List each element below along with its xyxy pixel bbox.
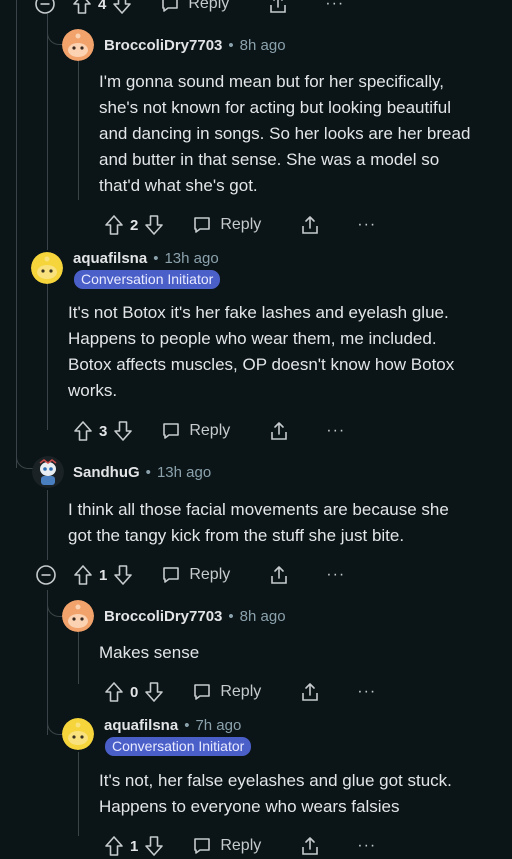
username[interactable]: aquafilsna [104,717,178,734]
more-dots-icon[interactable]: ··· [326,566,345,584]
timestamp: 8h ago [239,608,286,625]
downvote-arrow-icon[interactable] [144,214,164,236]
upvote-arrow-icon[interactable] [104,681,124,703]
share-icon[interactable] [299,214,321,236]
username[interactable]: BroccoliDry7703 [104,37,222,54]
reply-button[interactable]: Reply [192,682,261,702]
reply-button[interactable]: Reply [161,565,230,585]
conversation-initiator-badge: Conversation Initiator [105,737,252,756]
thread-connector [47,20,62,45]
reply-button[interactable]: Reply [192,836,261,856]
username[interactable]: SandhuG [73,464,140,481]
more-dots-icon[interactable]: ··· [326,422,345,440]
comment-body: I'm gonna sound mean but for her specifi… [99,72,471,195]
reply-button[interactable]: Reply [160,0,229,14]
comment-body: Makes sense [99,643,200,662]
share-icon[interactable] [299,681,321,703]
username[interactable]: BroccoliDry7703 [104,608,222,625]
reply-bubble-icon [192,215,212,235]
comment-meta: BroccoliDry7703 • 8h ago [104,608,286,625]
comment-meta: BroccoliDry7703 • 8h ago [104,37,286,54]
more-dots-icon[interactable]: ··· [357,216,376,234]
upvote-arrow-icon[interactable] [104,214,124,236]
comment-actions: 1 Reply ··· [35,562,345,588]
orange-snoo-avatar[interactable] [62,600,94,632]
downvote-arrow-icon[interactable] [113,564,133,586]
downvote-arrow-icon[interactable] [144,835,164,857]
comment-body: I think all those facial movements are b… [68,500,449,545]
comment-body: It's not Botox it's her fake lashes and … [68,303,455,400]
timestamp: 13h ago [156,464,212,481]
collapse-thread-icon[interactable] [34,0,56,15]
vote-count: 4 [98,0,107,13]
more-dots-icon[interactable]: ··· [357,683,376,701]
reply-button[interactable]: Reply [161,421,230,441]
comment-meta: aquafilsna • 7h ago [104,717,242,734]
comment-actions: 0 Reply ··· [104,679,376,705]
upvote-arrow-icon[interactable] [104,835,124,857]
reply-button[interactable]: Reply [192,215,261,235]
upvote-arrow-icon[interactable] [73,564,93,586]
vote-count: 1 [99,566,108,584]
vote-count: 0 [130,683,139,701]
share-icon[interactable] [268,420,290,442]
conversation-initiator-badge: Conversation Initiator [74,270,221,289]
reply-bubble-icon [192,682,212,702]
more-dots-icon[interactable]: ··· [325,0,344,13]
reply-bubble-icon [192,836,212,856]
upvote-arrow-icon[interactable] [73,420,93,442]
reply-bubble-icon [161,421,181,441]
vote-count: 1 [130,837,139,855]
comment-actions: 1 Reply ··· [104,833,376,859]
share-icon[interactable] [268,564,290,586]
username[interactable]: aquafilsna [73,250,147,267]
yellow-snoo-avatar[interactable] [62,718,94,750]
reply-bubble-icon [161,565,181,585]
orange-snoo-avatar[interactable] [62,29,94,61]
vote-count: 3 [99,422,108,440]
comment-meta: aquafilsna • 13h ago [73,250,219,267]
more-dots-icon[interactable]: ··· [357,837,376,855]
thread-connector [47,712,62,735]
timestamp: 13h ago [164,250,219,267]
yellow-snoo-avatar[interactable] [31,252,63,284]
comment-actions: 4 Reply ··· [34,0,344,17]
downvote-arrow-icon[interactable] [112,0,132,15]
vote-count: 2 [130,216,139,234]
share-icon[interactable] [299,835,321,857]
comment-body: It's not, her false eyelashes and glue g… [99,771,452,816]
custom-snoo-avatar[interactable] [32,456,64,488]
downvote-arrow-icon[interactable] [113,420,133,442]
share-icon[interactable] [267,0,289,15]
thread-connector [47,600,62,617]
comment-meta: SandhuG • 13h ago [73,464,212,481]
upvote-arrow-icon[interactable] [72,0,92,15]
comment-actions: 2 Reply ··· [104,212,376,238]
timestamp: 8h ago [239,37,286,54]
collapse-thread-icon[interactable] [35,564,57,586]
reply-bubble-icon [160,0,180,14]
comment-actions: 3 Reply ··· [73,418,345,444]
downvote-arrow-icon[interactable] [144,681,164,703]
timestamp: 7h ago [195,717,242,734]
thread-connector [16,440,33,469]
